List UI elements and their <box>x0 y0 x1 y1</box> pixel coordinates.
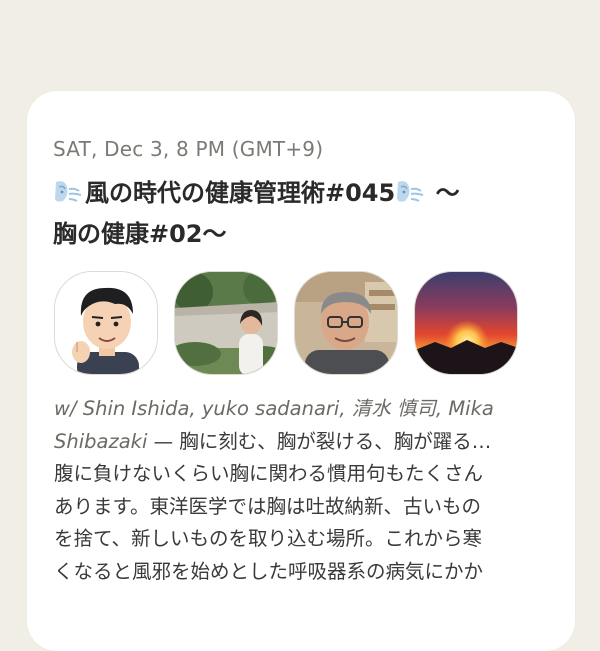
description-text-4: を捨て、新しいものを取り込む場所。これから寒 <box>54 527 483 550</box>
event-datetime: SAT, Dec 3, 8 PM (GMT+9) <box>53 137 324 161</box>
description-text-2: 腹に負けないくらい胸に関わる慣用句もたくさん <box>54 462 484 485</box>
title-line2-text: 胸の健康#02〜 <box>53 220 227 248</box>
speaker-names: w/ Shin Ishida, yuko sadanari, 清水 慎司, Mi… <box>54 397 494 420</box>
sunset-photo[interactable] <box>414 271 518 375</box>
title-line1-suffix: 〜 <box>427 179 460 207</box>
cartoon-man-avatar[interactable] <box>54 271 158 375</box>
description-text-3: あります。東洋医学では胸は吐故納新、古いもの <box>54 494 482 518</box>
names-separator: — <box>147 429 180 453</box>
wind-face-icon <box>53 179 83 205</box>
description-text-1: 胸に刻む、胸が裂ける、胸が躍る… <box>179 429 492 453</box>
speaker-names-cont: Shibazaki <box>54 429 148 453</box>
event-description: w/ Shin Ishida, yuko sadanari, 清水 慎司, Mi… <box>54 393 554 588</box>
description-text-5: くなると風邪を始めとした呼吸器系の病気にかか <box>54 559 484 583</box>
title-line1-text: 風の時代の健康管理術#045 <box>85 179 396 207</box>
wind-face-icon <box>395 179 425 205</box>
woman-garden-photo[interactable] <box>174 271 278 375</box>
speaker-avatars <box>54 271 524 375</box>
event-card[interactable]: SAT, Dec 3, 8 PM (GMT+9) 風の時代の健康管理術#045 … <box>27 91 575 651</box>
event-title[interactable]: 風の時代の健康管理術#045 〜 胸の健康#02〜 <box>53 173 553 255</box>
man-glasses-photo[interactable] <box>294 271 398 375</box>
